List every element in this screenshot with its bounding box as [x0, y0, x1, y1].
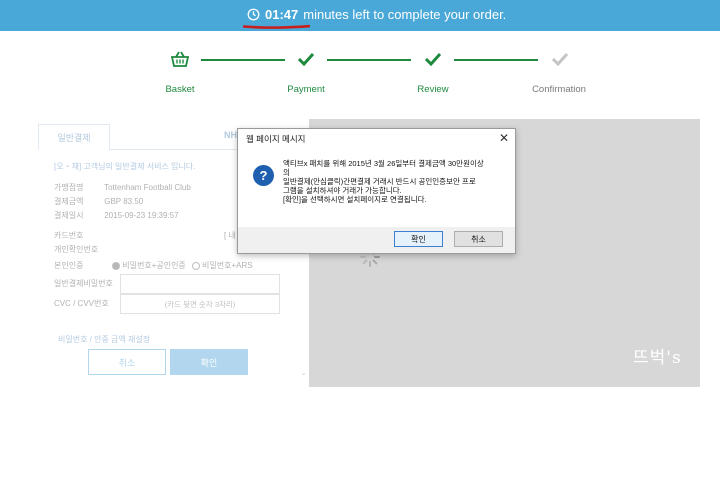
auth-label: 본인인증: [54, 261, 84, 270]
cvc-label: CVC / CVV번호: [54, 299, 109, 308]
date-value: 2015-09-23 19:39:57: [104, 211, 179, 220]
checkout-progress: Basket Payment Review Confirmation: [0, 40, 720, 110]
personal-id-label: 개인확인번호: [54, 245, 99, 254]
dialog-ok-button[interactable]: 확인: [394, 231, 443, 247]
auth-radio-1[interactable]: [112, 261, 121, 270]
basket-icon: [169, 50, 191, 68]
auth-radio-2[interactable]: [192, 261, 201, 270]
merchant-row: 가맹점명 Tottenham Football Club: [54, 182, 191, 193]
card-label: 카드번호: [54, 231, 84, 240]
red-underline-annotation: [243, 24, 310, 29]
cvc-row: CVC / CVV번호: [54, 298, 109, 309]
dialog-message-line: [확인]을 선택하시면 설치페이지로 연결됩니다.: [283, 195, 427, 204]
countdown-message: minutes left to complete your order.: [303, 7, 507, 22]
web-page-message-dialog: 웹 페이지 메시지 ✕ ? 액티브x 패치를 위해 2015년 3월 26일부터…: [237, 128, 516, 254]
check-icon: [549, 50, 571, 68]
question-icon: ?: [253, 165, 274, 186]
clock-icon: [247, 8, 260, 21]
step-label-basket: Basket: [165, 84, 195, 95]
chevron-down-icon: ⌄: [300, 368, 307, 377]
date-label: 결제일시: [54, 211, 84, 220]
countdown-time: 01:47: [265, 7, 299, 22]
merchant-label: 가맹점명: [54, 183, 84, 192]
password-row: 일반결제비밀번호: [54, 278, 113, 289]
step-label-confirmation: Confirmation: [532, 84, 586, 95]
countdown-bar: 01:47 minutes left to complete your orde…: [0, 0, 720, 31]
dialog-body: ? 액티브x 패치를 위해 2015년 3월 26일부터 결제금액 30만원이상…: [238, 149, 515, 227]
password-input[interactable]: [120, 274, 280, 294]
form-confirm-button[interactable]: 확인: [170, 349, 248, 375]
auth-row: 본인인증 비밀번호+공인인증 비밀번호+ARS: [54, 260, 253, 271]
step-label-review: Review: [417, 84, 449, 95]
password-label: 일반결제비밀번호: [54, 279, 113, 288]
dialog-message: 액티브x 패치를 위해 2015년 3월 26일부터 결제금액 30만원이상 의…: [283, 159, 508, 204]
card-edge-text: [ 내: [224, 231, 236, 240]
check-icon: [422, 50, 444, 68]
amount-value: GBP 83.50: [104, 197, 144, 206]
amount-label: 결제금액: [54, 197, 84, 206]
date-row: 결제일시 2015-09-23 19:39:57: [54, 210, 179, 221]
progress-line: [454, 59, 538, 61]
reset-password-link[interactable]: 비밀번호 / 안중 금액 재설정: [58, 334, 150, 345]
watermark: 뜨벅's: [633, 348, 682, 368]
step-label-payment: Payment: [287, 84, 325, 95]
amount-row: 결제금액 GBP 83.50: [54, 196, 143, 207]
dialog-cancel-button[interactable]: 취소: [454, 231, 503, 247]
auth-option-1: 비밀번호+공인인증: [122, 261, 186, 270]
merchant-value: Tottenham Football Club: [104, 183, 191, 192]
progress-line: [201, 59, 285, 61]
progress-line: [327, 59, 411, 61]
tab-general-payment[interactable]: 일반결제: [38, 124, 110, 150]
dialog-message-line: 의: [283, 168, 290, 177]
dialog-message-line: 액티브x 패치를 위해 2015년 3월 26일부터 결제금액 30만원이상: [283, 159, 484, 168]
tab-other-payment[interactable]: NH: [224, 130, 237, 140]
personal-id-row: 개인확인번호: [54, 244, 102, 255]
check-icon: [295, 50, 317, 68]
payment-intro: [오・채] 고객님의 일반결제 서비스 입니다.: [54, 162, 196, 171]
auth-option-2: 비밀번호+ARS: [202, 261, 253, 270]
dialog-message-line: 그램을 설치하셔야 거래가 가능합니다.: [283, 186, 402, 195]
dialog-message-line: 일반결제(안심클릭)간편결제 거래시 반드시 공인인증보안 프로: [283, 177, 476, 186]
card-row: 카드번호: [54, 230, 102, 241]
dialog-title: 웹 페이지 메시지: [238, 129, 515, 149]
form-cancel-button[interactable]: 취소: [88, 349, 166, 375]
cvc-input[interactable]: (카드 뒷면 숫자 3자리): [120, 294, 280, 314]
close-icon[interactable]: ✕: [499, 131, 509, 145]
